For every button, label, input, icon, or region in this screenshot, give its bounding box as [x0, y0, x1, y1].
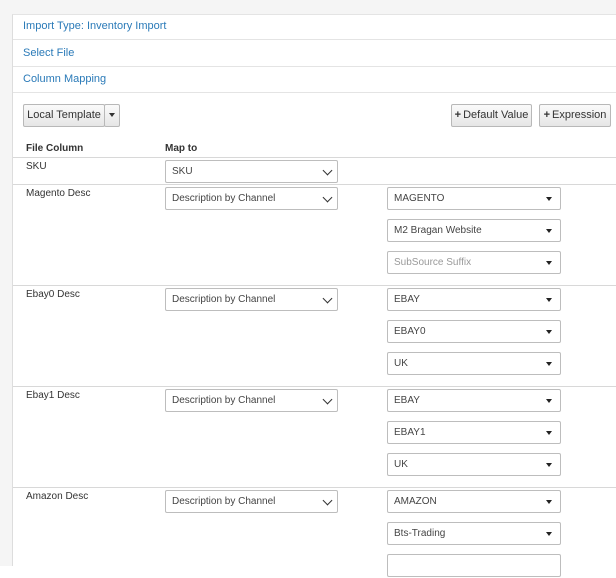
map-to-select[interactable]: SKU — [165, 160, 338, 183]
suffix-select[interactable]: SubSource Suffix — [387, 251, 561, 274]
local-template-dropdown-button[interactable] — [104, 104, 120, 127]
channel-select[interactable]: EBAY — [387, 389, 561, 412]
plus-icon: + — [543, 109, 550, 121]
accordion-import-type[interactable]: Import Type: Inventory Import — [13, 15, 616, 40]
mapping-row-ebay1: Ebay1 Desc Description by Channel EBAY E… — [13, 387, 616, 488]
mapping-row-amazon: Amazon Desc Description by Channel AMAZO… — [13, 488, 616, 578]
column-header-file: File Column — [26, 143, 84, 154]
channel-value: MAGENTO — [394, 193, 445, 204]
caret-down-icon — [109, 113, 115, 118]
mapping-row-ebay0: Ebay0 Desc Description by Channel EBAY E… — [13, 286, 616, 387]
account-select[interactable]: Bts-Trading — [387, 522, 561, 545]
page-background: Import Type: Inventory Import Select Fil… — [0, 0, 616, 577]
accordion-select-file[interactable]: Select File — [13, 40, 616, 67]
mapping-table-header: File Column Map to — [13, 133, 616, 158]
mapping-row-magento: Magento Desc Description by Channel MAGE… — [13, 185, 616, 286]
accordion-column-mapping[interactable]: Column Mapping — [13, 67, 616, 93]
caret-down-icon — [546, 261, 552, 265]
channel-select[interactable]: AMAZON — [387, 490, 561, 513]
chevron-down-icon — [322, 192, 333, 203]
default-value-button[interactable]: + Default Value — [451, 104, 532, 127]
map-to-value: Description by Channel — [172, 395, 276, 406]
account-select[interactable]: EBAY1 — [387, 421, 561, 444]
channel-value: AMAZON — [394, 496, 437, 507]
chevron-down-icon — [322, 394, 333, 405]
map-to-select[interactable]: Description by Channel — [165, 187, 338, 210]
site-select[interactable]: UK — [387, 352, 561, 375]
file-column-label: SKU — [26, 161, 47, 172]
map-to-value: SKU — [172, 166, 193, 177]
map-to-select[interactable]: Description by Channel — [165, 288, 338, 311]
expression-button[interactable]: + Expression — [539, 104, 611, 127]
caret-down-icon — [546, 431, 552, 435]
map-to-value: Description by Channel — [172, 496, 276, 507]
mapping-toolbar: Local Template + Default Value + Expressio… — [13, 93, 616, 133]
file-column-label: Magento Desc — [26, 188, 91, 199]
site-select[interactable]: UK — [387, 453, 561, 476]
caret-down-icon — [546, 500, 552, 504]
caret-down-icon — [546, 463, 552, 467]
chevron-down-icon — [322, 495, 333, 506]
file-column-label: Ebay1 Desc — [26, 390, 80, 401]
account-value: EBAY1 — [394, 427, 426, 438]
mapping-row-sku: SKU SKU — [13, 158, 616, 185]
account-value: EBAY0 — [394, 326, 426, 337]
chevron-down-icon — [322, 293, 333, 304]
channel-select[interactable]: MAGENTO — [387, 187, 561, 210]
caret-down-icon — [546, 399, 552, 403]
site-value: UK — [394, 459, 408, 470]
caret-down-icon — [546, 298, 552, 302]
account-select[interactable]: M2 Bragan Website — [387, 219, 561, 242]
local-template-button[interactable]: Local Template — [23, 104, 105, 127]
channel-value: EBAY — [394, 395, 420, 406]
account-value: M2 Bragan Website — [394, 225, 482, 236]
map-to-select[interactable]: Description by Channel — [165, 389, 338, 412]
map-to-value: Description by Channel — [172, 193, 276, 204]
caret-down-icon — [546, 229, 552, 233]
caret-down-icon — [546, 197, 552, 201]
suffix-value: SubSource Suffix — [394, 257, 472, 268]
expression-label: Expression — [552, 109, 607, 121]
import-panel: Import Type: Inventory Import Select Fil… — [12, 14, 616, 577]
file-column-label: Ebay0 Desc — [26, 289, 80, 300]
caret-down-icon — [546, 362, 552, 366]
map-to-value: Description by Channel — [172, 294, 276, 305]
chevron-down-icon — [322, 165, 333, 176]
account-value: Bts-Trading — [394, 528, 446, 539]
map-to-select[interactable]: Description by Channel — [165, 490, 338, 513]
site-value: UK — [394, 358, 408, 369]
plus-icon: + — [454, 109, 462, 121]
caret-down-icon — [546, 532, 552, 536]
column-header-map-to: Map to — [165, 143, 198, 154]
channel-select[interactable]: EBAY — [387, 288, 561, 311]
file-column-label: Amazon Desc — [26, 491, 89, 502]
channel-value: EBAY — [394, 294, 420, 305]
default-value-label: Default Value — [463, 109, 529, 121]
account-select[interactable]: EBAY0 — [387, 320, 561, 343]
caret-down-icon — [546, 330, 552, 334]
